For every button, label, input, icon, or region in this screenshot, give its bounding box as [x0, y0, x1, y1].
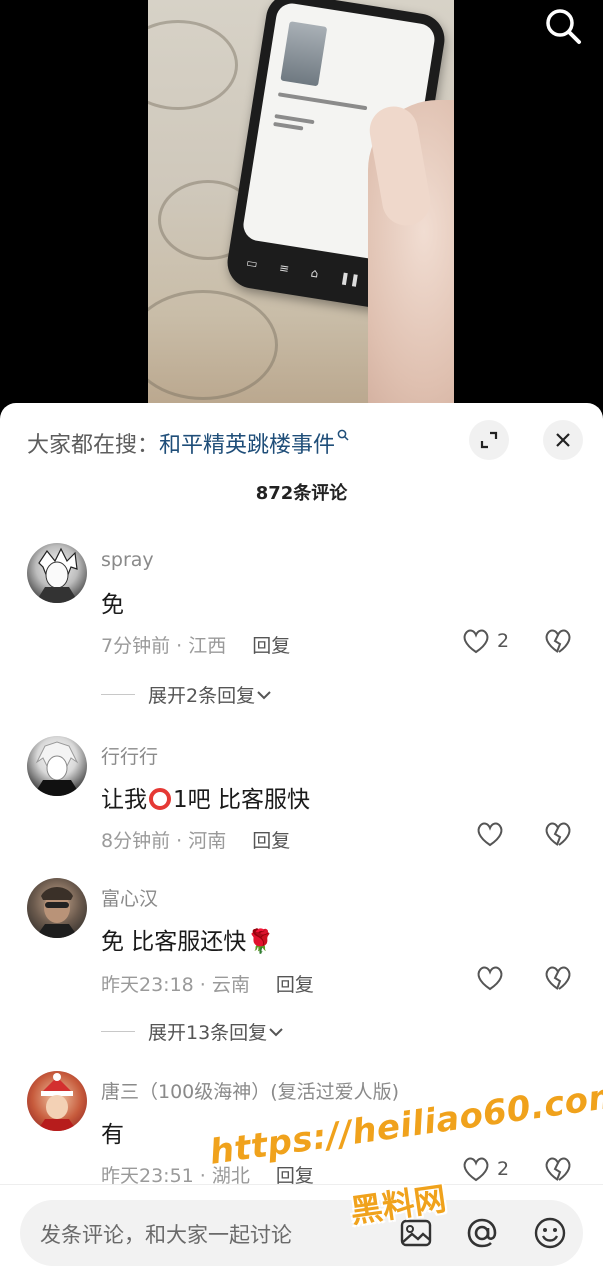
- heart-icon: [463, 629, 489, 654]
- like-button[interactable]: [475, 820, 505, 848]
- comment-input[interactable]: 发条评论，和大家一起讨论: [20, 1200, 583, 1266]
- expand-replies-label: 展开13条回复: [148, 1022, 268, 1044]
- dislike-button[interactable]: [543, 1155, 573, 1187]
- at-icon[interactable]: [462, 1213, 502, 1253]
- comment-username[interactable]: 唐三（100级海神）(复活过爱人版): [101, 1077, 399, 1104]
- avatar[interactable]: [27, 878, 87, 938]
- comment-text-part: 让我: [101, 787, 147, 813]
- comment-username[interactable]: spray: [101, 549, 154, 571]
- video-frame: ▭≡⌂❚❚⤓: [148, 0, 454, 420]
- reply-button[interactable]: 回复: [276, 974, 314, 996]
- comment-text-part: 1吧 比客服快: [173, 787, 310, 813]
- heart-icon: [477, 822, 503, 847]
- chevron-down-icon: [257, 690, 271, 699]
- like-button[interactable]: [475, 964, 505, 992]
- comment-meta: 8分钟前 · 河南 回复: [101, 826, 290, 853]
- comment-count: 872条评论: [255, 483, 348, 504]
- broken-heart-icon: [545, 966, 571, 990]
- trending-search[interactable]: 大家都在搜： 和平精英跳楼事件: [27, 425, 473, 461]
- avatar[interactable]: [27, 1071, 87, 1131]
- broken-heart-icon: [545, 1157, 571, 1181]
- trending-search-prefix: 大家都在搜：: [27, 433, 160, 458]
- comment-text: 免: [101, 592, 124, 618]
- expand-replies-label: 展开2条回复: [148, 685, 256, 707]
- broken-heart-icon: [545, 629, 571, 653]
- heart-icon: [463, 1157, 489, 1182]
- comment-username[interactable]: 富心汉: [101, 884, 158, 911]
- dislike-button[interactable]: [543, 820, 573, 852]
- heart-icon: [477, 966, 503, 991]
- dislike-button[interactable]: [543, 964, 573, 996]
- comment-meta: 7分钟前 · 江西 回复: [101, 631, 290, 658]
- comment-text: 让我 1吧 比客服快: [101, 780, 310, 814]
- video-player[interactable]: ▭≡⌂❚❚⤓: [0, 0, 603, 420]
- reply-button[interactable]: 回复: [252, 830, 290, 852]
- reply-button[interactable]: 回复: [252, 635, 290, 657]
- comment-text: 免 比客服还快🌹: [101, 929, 275, 955]
- chevron-down-icon: [269, 1027, 283, 1036]
- comment-time-location: 昨天23:18 · 云南: [101, 974, 250, 996]
- divider: [0, 1184, 603, 1185]
- comment-text: 有: [101, 1122, 124, 1148]
- red-circle-emoji: [149, 788, 171, 810]
- search-icon[interactable]: [543, 6, 583, 46]
- trending-search-term[interactable]: 和平精英跳楼事件: [159, 427, 335, 459]
- close-icon: [556, 433, 570, 447]
- dislike-button[interactable]: [543, 627, 573, 659]
- avatar[interactable]: [27, 736, 87, 796]
- expand-replies-button[interactable]: 展开2条回复: [101, 681, 273, 708]
- comment-input-placeholder[interactable]: 发条评论，和大家一起讨论: [40, 1219, 292, 1249]
- search-icon: [337, 429, 349, 445]
- like-button[interactable]: 2: [461, 627, 509, 655]
- broken-heart-icon: [545, 822, 571, 846]
- like-count: 2: [497, 1158, 510, 1180]
- emoji-icon[interactable]: [530, 1213, 570, 1253]
- expand-icon: [480, 431, 498, 449]
- like-button[interactable]: 2: [461, 1155, 509, 1183]
- comment-time-location: 7分钟前 · 江西: [101, 635, 227, 657]
- avatar[interactable]: [27, 543, 87, 603]
- like-count: 2: [497, 630, 510, 652]
- comment-meta: 昨天23:18 · 云南 回复: [101, 970, 314, 997]
- expand-replies-button[interactable]: 展开13条回复: [101, 1018, 285, 1045]
- comment-time-location: 8分钟前 · 河南: [101, 830, 227, 852]
- expand-button[interactable]: [469, 420, 509, 460]
- close-button[interactable]: [543, 420, 583, 460]
- comment-username[interactable]: 行行行: [101, 742, 158, 769]
